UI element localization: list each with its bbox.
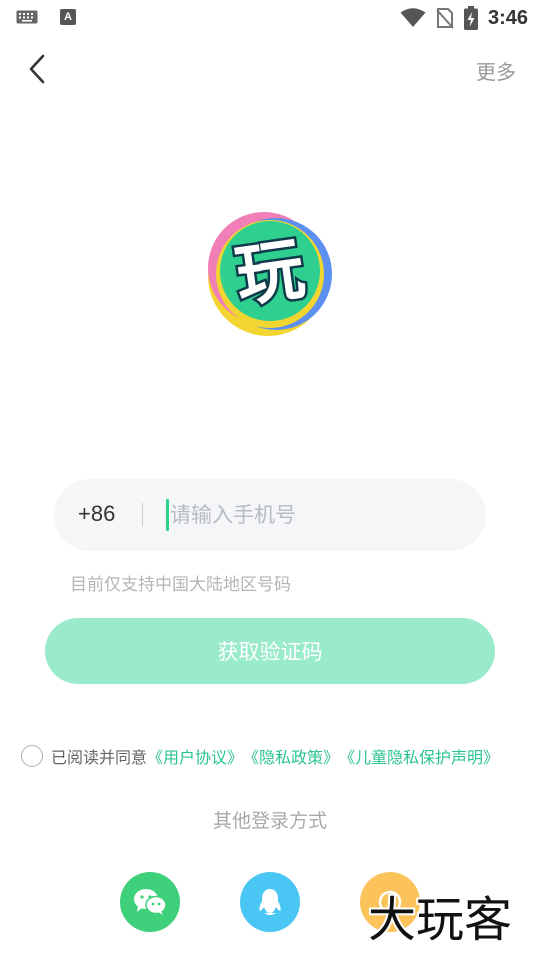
privacy-policy-link[interactable]: 《隐私政策》 bbox=[243, 744, 339, 768]
watermark-text: 大玩客 bbox=[368, 892, 512, 948]
agreement-checkbox[interactable] bbox=[21, 745, 43, 767]
back-button[interactable] bbox=[22, 52, 52, 86]
top-bar: 更多 bbox=[0, 44, 540, 94]
text-cursor bbox=[166, 499, 169, 531]
status-right: 3:46 bbox=[400, 6, 528, 30]
agreement-row: 已阅读并同意 《用户协议》 《隐私政策》 《儿童隐私保护声明》 bbox=[21, 744, 499, 768]
user-agreement-link[interactable]: 《用户协议》 bbox=[147, 744, 243, 768]
phone-divider bbox=[142, 503, 143, 527]
chevron-left-icon bbox=[29, 54, 45, 84]
other-login-title: 其他登录方式 bbox=[212, 810, 327, 832]
status-time: 3:46 bbox=[487, 6, 528, 29]
wifi-icon bbox=[400, 8, 426, 27]
child-privacy-link[interactable]: 《儿童隐私保护声明》 bbox=[339, 744, 499, 768]
more-link[interactable]: 更多 bbox=[476, 56, 516, 85]
app-logo-glyph: 玩 bbox=[231, 230, 309, 318]
qq-login-button[interactable] bbox=[240, 872, 300, 932]
status-bar: A 3:46 bbox=[0, 0, 540, 36]
status-left: A bbox=[16, 9, 76, 25]
app-logo: 玩 bbox=[208, 212, 332, 336]
phone-input-box: +86 bbox=[54, 479, 486, 551]
watermark-logo: 大玩客 bbox=[366, 890, 514, 948]
qq-icon bbox=[259, 889, 281, 915]
get-code-button[interactable]: 获取验证码 bbox=[45, 618, 495, 684]
battery-charging-icon bbox=[463, 6, 478, 30]
wechat-icon bbox=[134, 889, 167, 915]
agreement-prefix: 已阅读并同意 bbox=[51, 748, 148, 767]
wechat-login-button[interactable] bbox=[120, 872, 180, 932]
no-sim-icon bbox=[436, 8, 454, 29]
country-code-selector[interactable]: +86 bbox=[78, 501, 115, 527]
phone-number-input[interactable] bbox=[170, 495, 460, 535]
region-hint: 目前仅支持中国大陆地区号码 bbox=[70, 575, 291, 595]
text-a-icon: A bbox=[60, 9, 76, 25]
keyboard-icon bbox=[16, 10, 38, 24]
